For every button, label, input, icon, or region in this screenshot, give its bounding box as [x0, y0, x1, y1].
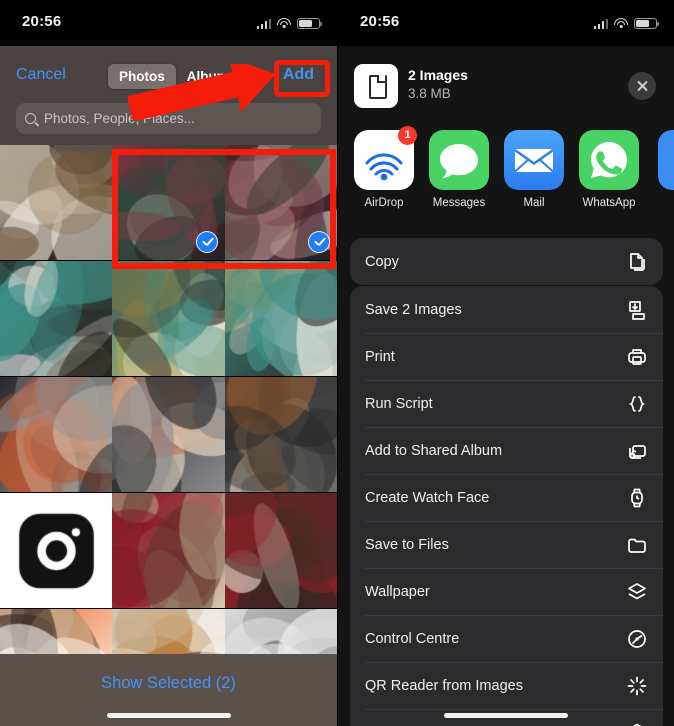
action-row-copy[interactable]: Copy: [350, 238, 663, 285]
copy-icon: [626, 251, 648, 273]
action-row-qr-reader-from-images[interactable]: QR Reader from Images: [350, 662, 663, 709]
share-item-title: 2 Images: [408, 67, 468, 83]
photo-thumbnail-image: [0, 145, 113, 260]
layers-icon: [626, 581, 648, 603]
action-row-save-to-files[interactable]: Save to Files: [350, 521, 663, 568]
action-row-save-2-images[interactable]: Save 2 Images: [350, 286, 663, 333]
action-label: Save to Files: [365, 536, 449, 553]
home-indicator-right: [444, 713, 568, 718]
document-icon: [354, 64, 398, 108]
share-app-label: Mail: [523, 197, 545, 209]
action-label: Copy: [365, 253, 399, 270]
photo-thumbnail[interactable]: [224, 145, 337, 260]
share-app-row[interactable]: 1 AirDrop Messages Mail WhatsApp: [338, 126, 674, 226]
braces-icon: [626, 393, 648, 415]
search-icon: [25, 113, 36, 124]
wifi-icon: [277, 18, 291, 29]
wifi-icon: [614, 18, 628, 29]
action-row-print[interactable]: Print: [350, 333, 663, 380]
shared-album-icon: [626, 440, 648, 462]
photo-thumbnail-image: [0, 377, 113, 492]
action-label: Create Watch Face: [365, 489, 490, 506]
home-indicator-left: [106, 713, 231, 718]
battery-icon: [634, 17, 660, 29]
photo-thumbnail-image: [112, 261, 225, 376]
share-app-messages[interactable]: Messages: [429, 130, 489, 226]
share-app-label: WhatsApp: [582, 197, 636, 209]
action-row-wallpaper[interactable]: Wallpaper: [350, 568, 663, 615]
photo-thumbnail[interactable]: [0, 493, 113, 608]
status-bar-left: 20:56: [0, 0, 337, 46]
share-sheet: 2 Images 3.8 MB 1 AirDrop Messages Mail W…: [338, 46, 674, 726]
folder-icon: [626, 534, 648, 556]
action-label: Add to Shared Album: [365, 442, 503, 459]
photo-thumbnail[interactable]: [112, 261, 225, 376]
share-app-label: AirDrop: [364, 197, 404, 209]
actions-card[interactable]: Save 2 Images Print Run Script Add to Sh…: [350, 286, 663, 726]
photo-thumbnail-image: [0, 261, 113, 376]
cellular-bars-icon: [593, 18, 608, 29]
action-label: Control Centre: [365, 630, 460, 647]
whatsapp-icon: [579, 130, 639, 190]
photo-thumbnail[interactable]: [112, 145, 225, 260]
share-item-size: 3.8 MB: [408, 86, 451, 101]
photo-thumbnail-image: [224, 377, 337, 492]
status-bar-icons-right: [593, 15, 660, 29]
messages-icon: [429, 130, 489, 190]
action-row-add-to-shared-album[interactable]: Add to Shared Album: [350, 427, 663, 474]
action-label: QR Reader from Images: [365, 677, 523, 694]
photo-thumbnail[interactable]: [224, 493, 337, 608]
app-icon-partial[interactable]: [658, 130, 674, 190]
share-sheet-screen: 20:56 2 Images 3.8 MB 1 AirDrop Messages …: [337, 0, 674, 726]
photo-thumbnail[interactable]: [0, 377, 113, 492]
photo-thumbnail[interactable]: [112, 493, 225, 608]
action-row-run-script[interactable]: Run Script: [350, 380, 663, 427]
status-bar-clock-right: 20:56: [360, 13, 400, 30]
share-app-airdrop[interactable]: 1 AirDrop: [354, 126, 417, 226]
action-label: Run Script: [365, 395, 433, 412]
photo-thumbnail-image: [224, 493, 337, 608]
cancel-button[interactable]: Cancel: [16, 66, 66, 84]
printer-icon: [626, 346, 648, 368]
watch-icon: [626, 487, 648, 509]
copy-card[interactable]: Copy: [350, 238, 663, 285]
package-icon: [626, 722, 648, 726]
cellular-bars-icon: [256, 18, 271, 29]
status-bar-right: 20:56: [338, 0, 674, 46]
action-row-create-watch-face[interactable]: Create Watch Face: [350, 474, 663, 521]
red-arrow-annotation: [128, 64, 276, 120]
photo-thumbnail-image: [0, 493, 113, 608]
action-row-control-centre[interactable]: Control Centre: [350, 615, 663, 662]
photo-grid[interactable]: [0, 145, 337, 724]
share-app-whatsapp[interactable]: WhatsApp: [579, 130, 639, 226]
add-button-highlight-annotation: [274, 60, 330, 97]
photo-thumbnail-image: [224, 261, 337, 376]
photo-thumbnail[interactable]: [224, 261, 337, 376]
qr-sparkle-icon: [626, 675, 648, 697]
share-app-mail[interactable]: Mail: [504, 130, 564, 226]
show-selected-button[interactable]: Show Selected (2): [0, 674, 337, 693]
photo-thumbnail[interactable]: [0, 145, 113, 260]
mail-icon: [504, 130, 564, 190]
share-sheet-header: 2 Images 3.8 MB: [338, 56, 674, 118]
save-image-icon: [626, 299, 648, 321]
photo-selected-checkmark-icon: [307, 231, 330, 253]
photo-selected-checkmark-icon: [195, 231, 218, 253]
app-badge: 1: [398, 126, 417, 145]
photo-thumbnail-image: [112, 377, 225, 492]
photo-picker-screen: 20:56 Cancel Photos Albums Add Photos, P…: [0, 0, 337, 726]
action-label: Save 2 Images: [365, 301, 462, 318]
status-bar-clock: 20:56: [22, 13, 62, 30]
control-centre-icon: [626, 628, 648, 650]
photo-thumbnail[interactable]: [112, 377, 225, 492]
status-bar-icons: [256, 15, 323, 29]
close-icon[interactable]: [628, 72, 656, 100]
photo-thumbnail[interactable]: [0, 261, 113, 376]
battery-icon: [297, 17, 323, 29]
photo-thumbnail[interactable]: [224, 377, 337, 492]
action-label: Print: [365, 348, 395, 365]
share-app-label: Messages: [432, 197, 486, 209]
action-label: Wallpaper: [365, 583, 430, 600]
photo-thumbnail-image: [112, 493, 225, 608]
